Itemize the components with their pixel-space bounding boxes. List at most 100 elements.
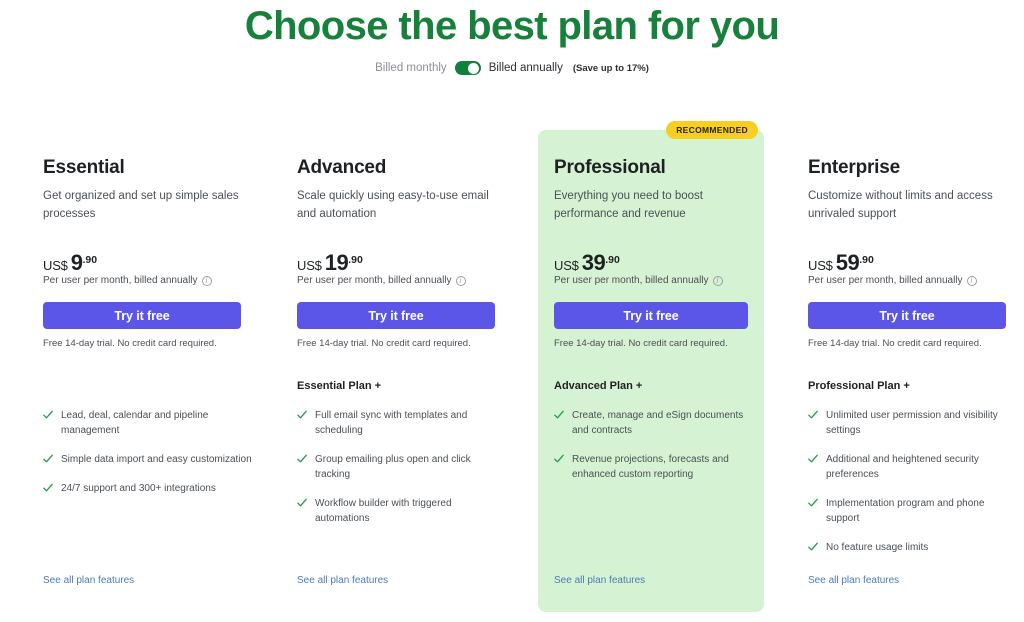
price-currency: US$ xyxy=(554,258,579,273)
feature-item: Group emailing plus open and click track… xyxy=(297,452,507,482)
plans-container: Essential Get organized and set up simple… xyxy=(0,0,1024,622)
plan-description: Scale quickly using easy-to-use email an… xyxy=(297,190,489,220)
feature-label: Implementation program and phone support xyxy=(826,498,985,524)
feature-item: Additional and heightened security prefe… xyxy=(808,452,1018,482)
trial-note: Free 14-day trial. No credit card requir… xyxy=(554,338,728,349)
trial-note: Free 14-day trial. No credit card requir… xyxy=(43,338,217,349)
price-cents: .90 xyxy=(82,254,98,266)
feature-label: Group emailing plus open and click track… xyxy=(315,454,471,480)
plan-name: Enterprise xyxy=(808,157,900,178)
feature-list: Unlimited user permission and visibility… xyxy=(808,408,1018,569)
feature-label: Unlimited user permission and visibility… xyxy=(826,410,998,436)
price-amount: 9 xyxy=(70,250,83,275)
price-amount: 59 xyxy=(835,250,860,275)
feature-label: No feature usage limits xyxy=(826,542,929,553)
feature-label: 24/7 support and 300+ integrations xyxy=(61,483,216,494)
feature-item: Full email sync with templates and sched… xyxy=(297,408,507,438)
price-subtext-label: Per user per month, billed annually xyxy=(43,275,198,286)
feature-label: Revenue projections, forecasts and enhan… xyxy=(572,454,729,480)
price-currency: US$ xyxy=(43,258,68,273)
recommended-badge: RECOMMENDED xyxy=(666,121,758,139)
info-icon[interactable] xyxy=(712,275,723,286)
feature-label: Lead, deal, calendar and pipeline manage… xyxy=(61,410,209,436)
feature-item: Unlimited user permission and visibility… xyxy=(808,408,1018,438)
feature-label: Simple data import and easy customizatio… xyxy=(61,454,252,465)
feature-label: Full email sync with templates and sched… xyxy=(315,410,468,436)
price-subtext-label: Per user per month, billed annually xyxy=(297,275,452,286)
info-icon[interactable] xyxy=(966,275,977,286)
price-subtext: Per user per month, billed annually xyxy=(43,275,212,286)
plan-card-advanced: Advanced Scale quickly using easy-to-use … xyxy=(272,130,526,612)
plan-name: Advanced xyxy=(297,157,387,178)
check-icon xyxy=(808,498,818,508)
try-it-free-button[interactable]: Try it free xyxy=(554,302,748,329)
plan-card-inner: RECOMMENDED Professional Everything you ne… xyxy=(538,121,764,612)
price-subtext: Per user per month, billed annually xyxy=(297,275,466,286)
feature-item: 24/7 support and 300+ integrations xyxy=(43,481,253,496)
feature-item: No feature usage limits xyxy=(808,540,1018,555)
plan-price: US$ 39.90 xyxy=(554,250,620,276)
check-icon xyxy=(43,454,53,464)
plan-card-inner: Enterprise Customize without limits and a… xyxy=(783,130,1024,612)
includes-header: Essential Plan + xyxy=(297,380,382,392)
feature-item: Revenue projections, forecasts and enhan… xyxy=(554,452,750,482)
see-all-plan-features-link[interactable]: See all plan features xyxy=(297,575,388,586)
price-cents: .90 xyxy=(605,254,620,266)
price-cents: .90 xyxy=(859,254,874,266)
plan-name: Professional xyxy=(554,157,666,178)
plan-card-professional: RECOMMENDED Professional Everything you ne… xyxy=(538,121,764,612)
plan-name: Essential xyxy=(43,157,125,178)
plan-card-enterprise: Enterprise Customize without limits and a… xyxy=(783,130,1024,612)
plan-price: US$ 9.90 xyxy=(43,250,97,276)
price-subtext: Per user per month, billed annually xyxy=(554,275,723,286)
see-all-plan-features-link[interactable]: See all plan features xyxy=(43,575,134,586)
price-subtext-label: Per user per month, billed annually xyxy=(554,275,709,286)
check-icon xyxy=(43,410,53,420)
feature-item: Workflow builder with triggered automati… xyxy=(297,496,507,526)
try-it-free-button[interactable]: Try it free xyxy=(43,302,241,329)
plan-price: US$ 19.90 xyxy=(297,250,363,276)
check-icon xyxy=(808,542,818,552)
trial-note: Free 14-day trial. No credit card requir… xyxy=(808,338,982,349)
includes-header: Professional Plan + xyxy=(808,380,910,392)
feature-list: Create, manage and eSign documents and c… xyxy=(554,408,750,496)
see-all-plan-features-link[interactable]: See all plan features xyxy=(808,575,899,586)
check-icon xyxy=(808,410,818,420)
price-subtext: Per user per month, billed annually xyxy=(808,275,977,286)
price-cents: .90 xyxy=(348,254,363,266)
price-currency: US$ xyxy=(808,258,833,273)
check-icon xyxy=(297,454,307,464)
feature-list: Full email sync with templates and sched… xyxy=(297,408,507,540)
plan-description: Everything you need to boost performance… xyxy=(554,190,703,220)
check-icon xyxy=(297,498,307,508)
feature-label: Create, manage and eSign documents and c… xyxy=(572,410,744,436)
check-icon xyxy=(43,483,53,493)
feature-list: Lead, deal, calendar and pipeline manage… xyxy=(43,408,253,510)
price-amount: 19 xyxy=(324,250,349,275)
price-currency: US$ xyxy=(297,258,322,273)
feature-item: Lead, deal, calendar and pipeline manage… xyxy=(43,408,253,438)
feature-label: Workflow builder with triggered automati… xyxy=(315,498,452,524)
try-it-free-button[interactable]: Try it free xyxy=(808,302,1006,329)
feature-item: Implementation program and phone support xyxy=(808,496,1018,526)
trial-note: Free 14-day trial. No credit card requir… xyxy=(297,338,471,349)
plan-description: Get organized and set up simple sales pr… xyxy=(43,190,239,220)
includes-header: Advanced Plan + xyxy=(554,380,643,392)
info-icon[interactable] xyxy=(201,275,212,286)
info-icon[interactable] xyxy=(455,275,466,286)
plan-price: US$ 59.90 xyxy=(808,250,874,276)
feature-label: Additional and heightened security prefe… xyxy=(826,454,979,480)
check-icon xyxy=(554,410,564,420)
check-icon xyxy=(554,454,564,464)
price-amount: 39 xyxy=(581,250,606,275)
check-icon xyxy=(808,454,818,464)
try-it-free-button[interactable]: Try it free xyxy=(297,302,495,329)
see-all-plan-features-link[interactable]: See all plan features xyxy=(554,575,645,586)
plan-card-essential: Essential Get organized and set up simple… xyxy=(18,130,272,612)
feature-item: Simple data import and easy customizatio… xyxy=(43,452,253,467)
pricing-page: Choose the best plan for you Billed mont… xyxy=(0,0,1024,622)
plan-card-inner: Essential Get organized and set up simple… xyxy=(18,130,272,612)
feature-item: Create, manage and eSign documents and c… xyxy=(554,408,750,438)
plan-description: Customize without limits and access unri… xyxy=(808,190,993,220)
price-subtext-label: Per user per month, billed annually xyxy=(808,275,963,286)
